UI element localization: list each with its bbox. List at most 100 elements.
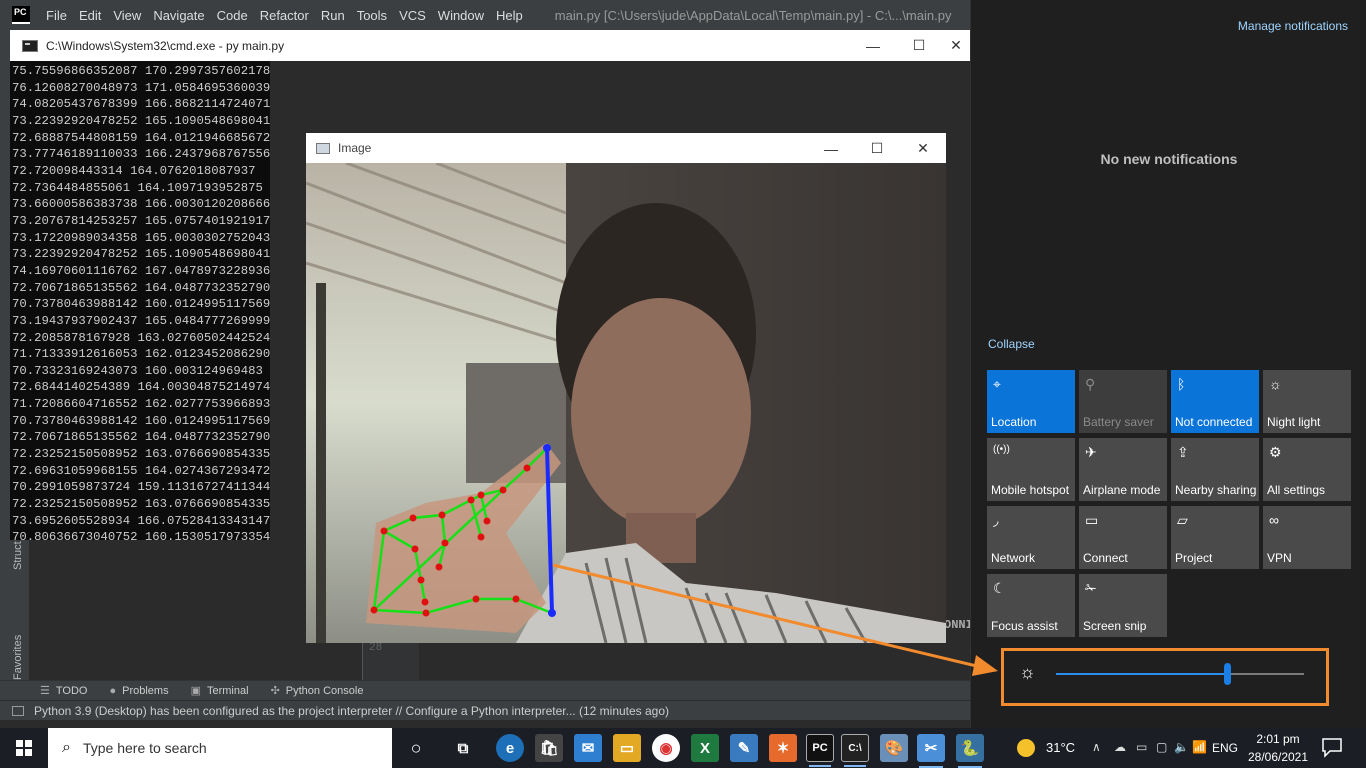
xampp-icon[interactable]: ✶: [769, 734, 797, 762]
cmd-maximize-button[interactable]: ☐: [896, 30, 942, 61]
collapse-link[interactable]: Collapse: [988, 337, 1035, 351]
menu-view[interactable]: View: [113, 8, 141, 23]
ide-tool-tabs: ☰ TODO ● Problems ▣ Terminal ✣ Python Consol…: [0, 680, 970, 700]
python-console-tab[interactable]: ✣ Python Console: [271, 684, 364, 698]
menu-file[interactable]: File: [46, 8, 67, 23]
weather-icon[interactable]: [1017, 739, 1035, 757]
cmd-output-line: 72.70671865135562 164.04877323527901: [12, 430, 270, 445]
chevron-up-icon[interactable]: ∧: [1092, 740, 1101, 754]
notification-center-icon[interactable]: [1320, 736, 1344, 758]
image-window: Image — ☐ ✕: [306, 133, 946, 643]
quick-action-network[interactable]: ◞ Network: [987, 506, 1075, 569]
screen-snip-icon: ✁: [1085, 580, 1097, 596]
onedrive-icon[interactable]: ☁: [1114, 740, 1126, 754]
start-button[interactable]: [0, 728, 48, 768]
cmd-output-line: 73.22392920478252 165.10905486980417: [12, 247, 270, 262]
quick-action-project[interactable]: ▱ Project: [1171, 506, 1259, 569]
cmd-minimize-button[interactable]: —: [850, 30, 896, 61]
problems-tab[interactable]: ● Problems: [109, 685, 168, 697]
menu-navigate[interactable]: Navigate: [153, 8, 204, 23]
cmd-taskbar-icon[interactable]: C:\: [841, 734, 869, 767]
quick-action-focus-assist[interactable]: ☾ Focus assist: [987, 574, 1075, 637]
python-taskbar-icon[interactable]: 🐍: [956, 734, 984, 768]
paint-icon[interactable]: 🎨: [880, 734, 908, 762]
image-minimize-button[interactable]: —: [808, 133, 854, 164]
notes-icon[interactable]: ✎: [730, 734, 758, 762]
file-explorer-icon[interactable]: ▭: [613, 734, 641, 762]
menu-run[interactable]: Run: [321, 8, 345, 23]
cmd-close-button[interactable]: ✕: [942, 30, 970, 61]
menu-refactor[interactable]: Refactor: [260, 8, 309, 23]
excel-icon[interactable]: X: [691, 734, 719, 762]
todo-tab[interactable]: ☰ TODO: [40, 684, 87, 698]
weather-temperature[interactable]: 31°C: [1046, 740, 1075, 755]
quick-action-airplane-mode[interactable]: ✈ Airplane mode: [1079, 438, 1167, 501]
brightness-slider-thumb[interactable]: [1224, 663, 1232, 685]
structure-tool-tab[interactable]: Struct: [12, 541, 24, 570]
taskbar-search-box[interactable]: ⌕ Type here to search: [48, 728, 392, 768]
manage-notifications-link[interactable]: Manage notifications: [1238, 19, 1348, 33]
edge-icon[interactable]: e: [496, 734, 524, 762]
menu-window[interactable]: Window: [438, 8, 484, 23]
cmd-icon: [22, 39, 38, 52]
quick-action-all-settings[interactable]: ⚙ All settings: [1263, 438, 1351, 501]
terminal-tab[interactable]: ▣ Terminal: [190, 684, 249, 698]
pycharm-logo-icon: PC: [12, 6, 30, 24]
menu-help[interactable]: Help: [496, 8, 523, 23]
mail-icon[interactable]: ✉: [574, 734, 602, 762]
search-icon: ⌕: [62, 739, 71, 756]
quick-action-night-light[interactable]: ☼ Night light: [1263, 370, 1351, 433]
quick-action-location[interactable]: ⌖ Location: [987, 370, 1075, 433]
favorites-tool-tab[interactable]: Favorites: [12, 635, 24, 680]
quick-action-battery-saver[interactable]: ⚲ Battery saver: [1079, 370, 1167, 433]
clock-time[interactable]: 2:01 pm: [1249, 732, 1307, 746]
quick-action-label: Location: [991, 415, 1037, 429]
brightness-slider[interactable]: [1056, 663, 1304, 685]
terminal-icon: ▣: [190, 685, 201, 697]
snipping-tool-icon[interactable]: ✂: [917, 734, 945, 768]
quick-action-mobile-hotspot[interactable]: ((•)) Mobile hotspot: [987, 438, 1075, 501]
face: [571, 298, 751, 528]
image-maximize-button[interactable]: ☐: [854, 133, 900, 164]
menu-tools[interactable]: Tools: [357, 8, 387, 23]
chrome-icon[interactable]: ◉: [652, 734, 680, 762]
quick-action-connect[interactable]: ▭ Connect: [1079, 506, 1167, 569]
cortana-icon[interactable]: ○: [402, 734, 430, 762]
quick-action-screen-snip[interactable]: ✁ Screen snip: [1079, 574, 1167, 637]
hotspot-icon: ((•)): [993, 444, 1010, 455]
menu-edit[interactable]: Edit: [79, 8, 101, 23]
pycharm-taskbar-icon[interactable]: PC: [806, 734, 834, 767]
task-view-icon[interactable]: ⧉: [449, 734, 477, 762]
status-panel-icon[interactable]: [12, 705, 24, 716]
quick-action-not-connected[interactable]: ᛒ Not connected: [1171, 370, 1259, 433]
cmd-output[interactable]: 75.75596866352087 170.2997357602178 76.12…: [10, 61, 270, 540]
cmd-output-line: 72.6844140254389 164.00304875214974: [12, 380, 270, 395]
wifi-icon[interactable]: 📶: [1192, 740, 1207, 754]
quick-action-vpn[interactable]: ∞ VPN: [1263, 506, 1351, 569]
store-icon[interactable]: 🛍: [535, 734, 563, 762]
cmd-output-line: 72.720098443314 164.0762018087937: [12, 163, 256, 178]
no-notifications-text: No new notifications: [1100, 151, 1238, 167]
status-message[interactable]: Python 3.9 (Desktop) has been configured…: [34, 704, 669, 718]
cmd-output-line: 76.12608270048973 171.05846953600397: [12, 80, 270, 95]
list-icon: ☰: [40, 685, 50, 697]
input-language[interactable]: ENG: [1212, 741, 1238, 755]
quick-action-label: All settings: [1267, 483, 1326, 497]
cmd-output-line: 70.80636673040752 160.15305179733542: [12, 530, 270, 540]
cmd-titlebar[interactable]: C:\Windows\System32\cmd.exe - py main.py…: [10, 30, 970, 61]
ide-menubar: PC File Edit View Navigate Code Refactor…: [0, 0, 970, 30]
menu-code[interactable]: Code: [217, 8, 248, 23]
clock-date[interactable]: 28/06/2021: [1246, 750, 1310, 764]
image-titlebar[interactable]: Image — ☐ ✕: [306, 133, 946, 163]
image-close-button[interactable]: ✕: [900, 133, 946, 164]
cmd-output-line: 72.7364484855061 164.1097193952875: [12, 180, 263, 195]
display-icon[interactable]: ▢: [1156, 740, 1167, 754]
menu-vcs[interactable]: VCS: [399, 8, 426, 23]
battery-icon[interactable]: ▭: [1136, 740, 1147, 754]
image-window-icon: [316, 142, 330, 154]
settings-icon: ⚙: [1269, 444, 1282, 460]
cmd-output-line: 73.19437937902437 165.04847772699995: [12, 313, 270, 328]
quick-action-nearby-sharing[interactable]: ⇪ Nearby sharing: [1171, 438, 1259, 501]
cmd-output-line: 74.08205437678399 166.86821147240718: [12, 97, 270, 112]
volume-icon[interactable]: 🔈: [1174, 740, 1189, 754]
